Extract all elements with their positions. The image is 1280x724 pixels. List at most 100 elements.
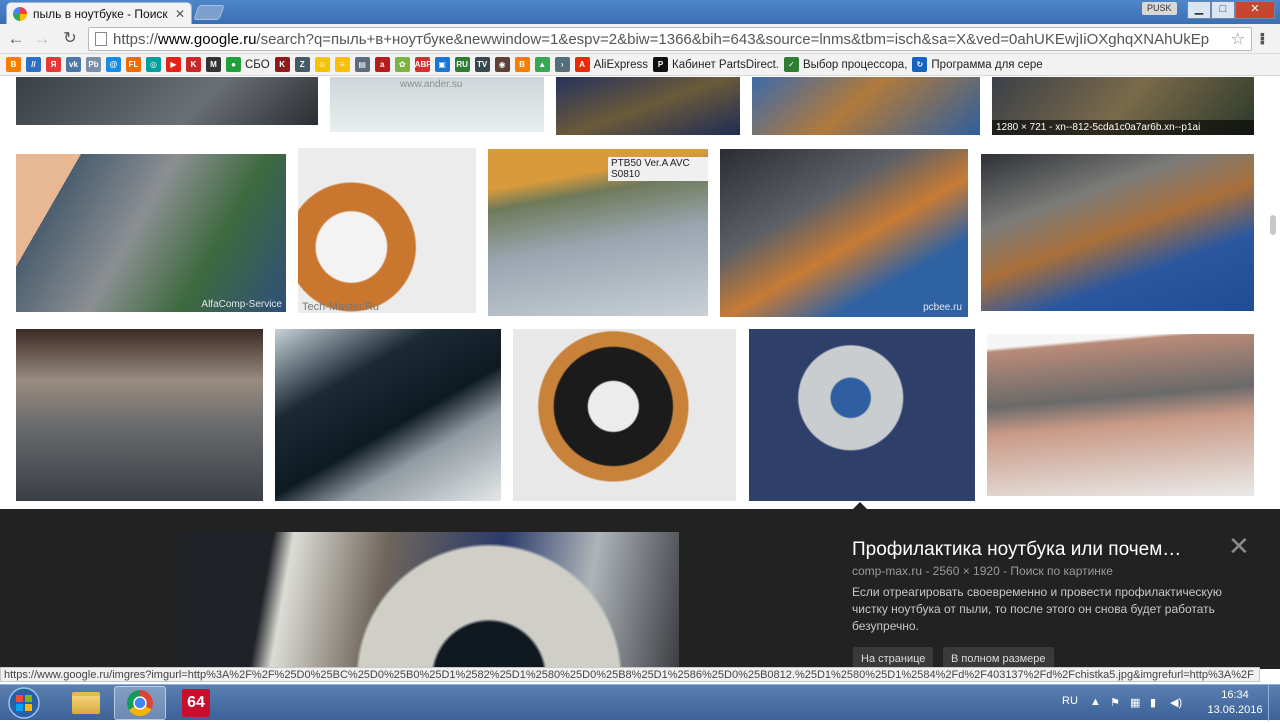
image-result[interactable] xyxy=(752,77,980,135)
bookmark-item[interactable]: P Кабинет PartsDirect. xyxy=(653,57,779,72)
bookmark-item[interactable]: ◉ xyxy=(494,57,510,72)
scrollbar-thumb[interactable] xyxy=(1270,215,1276,235)
image-result[interactable] xyxy=(987,334,1254,496)
image-watermark: AlfaComp-Service xyxy=(201,299,282,310)
explorer-taskbar-button[interactable] xyxy=(60,686,112,720)
bookmark-item[interactable]: ● СБО xyxy=(226,57,270,72)
drive-icon: ▲ xyxy=(534,57,550,72)
show-desktop-button[interactable] xyxy=(1268,685,1280,721)
bookmark-item[interactable]: ▤ xyxy=(354,57,370,72)
blogger2-icon: B xyxy=(514,57,530,72)
language-indicator[interactable]: RU xyxy=(1062,695,1078,707)
sync-icon: ↻ xyxy=(912,57,928,72)
bookmark-item[interactable]: @ xyxy=(106,57,121,72)
bookmark-item[interactable]: ✓ Выбор процессора, xyxy=(784,57,907,72)
bookmark-item[interactable]: K xyxy=(186,57,201,72)
image-result[interactable]: AlfaComp-Service xyxy=(16,154,286,312)
address-bar[interactable]: https://www.google.ru/search?q=пыль+в+но… xyxy=(88,27,1252,51)
preview-title[interactable]: Профилактика ноутбука или почем… xyxy=(852,539,1181,561)
m-icon: M xyxy=(206,57,221,72)
battery-icon[interactable]: ▮ xyxy=(1150,696,1156,709)
image-result[interactable] xyxy=(556,77,740,135)
image-result[interactable]: Tech-Master.Ru xyxy=(298,148,476,313)
bookmark-item[interactable]: ≡ xyxy=(334,57,350,72)
bookmark-item[interactable]: ▶ xyxy=(166,57,181,72)
status-bar: https://www.google.ru/imgres?imgurl=http… xyxy=(0,667,1260,682)
adblock-icon: ABP xyxy=(414,57,432,72)
bookmark-item[interactable]: B xyxy=(6,57,21,72)
preview-meta: comp-max.ru - 2560 × 1920 - Поиск по кар… xyxy=(852,564,1113,578)
bookmark-item[interactable]: K xyxy=(274,57,290,72)
image-result[interactable] xyxy=(981,154,1254,311)
flag-icon[interactable]: ⚑ xyxy=(1110,696,1120,709)
bookmark-item[interactable]: ▣ xyxy=(434,57,450,72)
bookmark-item[interactable]: vk xyxy=(66,57,81,72)
preview-image[interactable] xyxy=(179,532,679,669)
open-page-button[interactable]: На странице xyxy=(853,647,934,669)
abc-icon: a xyxy=(374,57,390,72)
bookmark-item[interactable]: ◎ xyxy=(146,57,161,72)
bookmark-item[interactable]: › xyxy=(554,57,570,72)
aida64-taskbar-button[interactable]: 64 xyxy=(170,686,222,720)
image-result[interactable] xyxy=(16,329,263,501)
bookmark-item[interactable]: ☺ xyxy=(314,57,330,72)
reload-button[interactable]: ↻ xyxy=(60,29,80,49)
url-text[interactable]: https://www.google.ru/search?q=пыль+в+но… xyxy=(113,31,1225,48)
bookmark-item[interactable]: A AliExpress xyxy=(574,57,648,72)
bookmark-item[interactable]: Z xyxy=(294,57,310,72)
browser-toolbar: ← → ↻ https://www.google.ru/search?q=пыл… xyxy=(0,24,1280,54)
bookmark-item[interactable]: Я xyxy=(46,57,61,72)
image-result[interactable]: pcbee.ru xyxy=(720,149,968,317)
folder-icon xyxy=(72,692,100,714)
tray-expand-icon[interactable]: ▲ xyxy=(1090,696,1101,708)
chrome-menu-icon[interactable]: ▪ ▪ ▪ xyxy=(1260,27,1265,49)
bookmark-item[interactable]: ▲ xyxy=(534,57,550,72)
close-window-button[interactable]: ✕ xyxy=(1235,1,1275,19)
system-clock[interactable]: 16:34 13.06.2016 xyxy=(1206,688,1264,718)
preview-close-icon[interactable]: ✕ xyxy=(1228,531,1250,562)
clock-date: 13.06.2016 xyxy=(1207,704,1263,716)
google-favicon-icon xyxy=(13,6,27,21)
new-tab-button[interactable] xyxy=(193,5,225,20)
bookmark-item[interactable]: B xyxy=(514,57,530,72)
forward-button[interactable]: → xyxy=(32,29,52,49)
vk-icon: vk xyxy=(66,57,81,72)
full-size-button[interactable]: В полном размере xyxy=(943,647,1054,669)
image-result[interactable] xyxy=(16,77,318,125)
bookmark-star-icon[interactable]: ☆ xyxy=(1231,29,1245,49)
volume-icon[interactable]: ◀) xyxy=(1170,696,1182,709)
chrome-taskbar-button[interactable] xyxy=(114,686,166,720)
mail-icon: @ xyxy=(106,57,121,72)
ru-icon: RU xyxy=(454,57,470,72)
smiley-icon: ☺ xyxy=(314,57,330,72)
tab-close-icon[interactable]: ✕ xyxy=(175,7,185,21)
browser-tab[interactable]: пыль в ноутбуке - Поиск ✕ xyxy=(6,2,192,24)
rb-icon: Pb xyxy=(86,57,101,72)
bookmark-item[interactable]: ABP xyxy=(414,57,432,72)
bookmark-item[interactable]: a xyxy=(374,57,390,72)
bookmark-item[interactable]: // xyxy=(26,57,41,72)
bookmark-item[interactable]: ✿ xyxy=(394,57,410,72)
bookmark-item[interactable]: M xyxy=(206,57,221,72)
start-button[interactable] xyxy=(2,685,46,721)
bookmark-item[interactable]: FL xyxy=(126,57,141,72)
image-result[interactable] xyxy=(749,329,975,501)
image-result[interactable]: www.ander.su xyxy=(330,77,544,132)
bookmark-item[interactable]: ↻ Программа для сере xyxy=(912,57,1043,72)
youtube-icon: ▶ xyxy=(166,57,181,72)
image-result[interactable] xyxy=(513,329,736,501)
bookmark-item[interactable]: Pb xyxy=(86,57,101,72)
image-result[interactable]: PTB50 Ver.A AVC S0810 xyxy=(488,149,708,316)
image-result[interactable]: 1280 × 721 - xn--812-5cda1c0a7ar6b.xn--p… xyxy=(992,77,1254,135)
bookmark-item[interactable]: TV xyxy=(474,57,490,72)
back-button[interactable]: ← xyxy=(6,29,26,49)
image-watermark: www.ander.su xyxy=(400,79,463,90)
bookmark-item[interactable]: RU xyxy=(454,57,470,72)
user-profile-badge[interactable]: PUSK xyxy=(1142,2,1177,15)
maximize-button[interactable]: □ xyxy=(1211,1,1235,19)
flower-icon: ✿ xyxy=(394,57,410,72)
image-watermark: pcbee.ru xyxy=(923,302,962,313)
image-result[interactable] xyxy=(275,329,501,501)
network-icon[interactable]: ▦ xyxy=(1130,696,1140,709)
minimize-button[interactable]: ▁ xyxy=(1187,1,1211,19)
